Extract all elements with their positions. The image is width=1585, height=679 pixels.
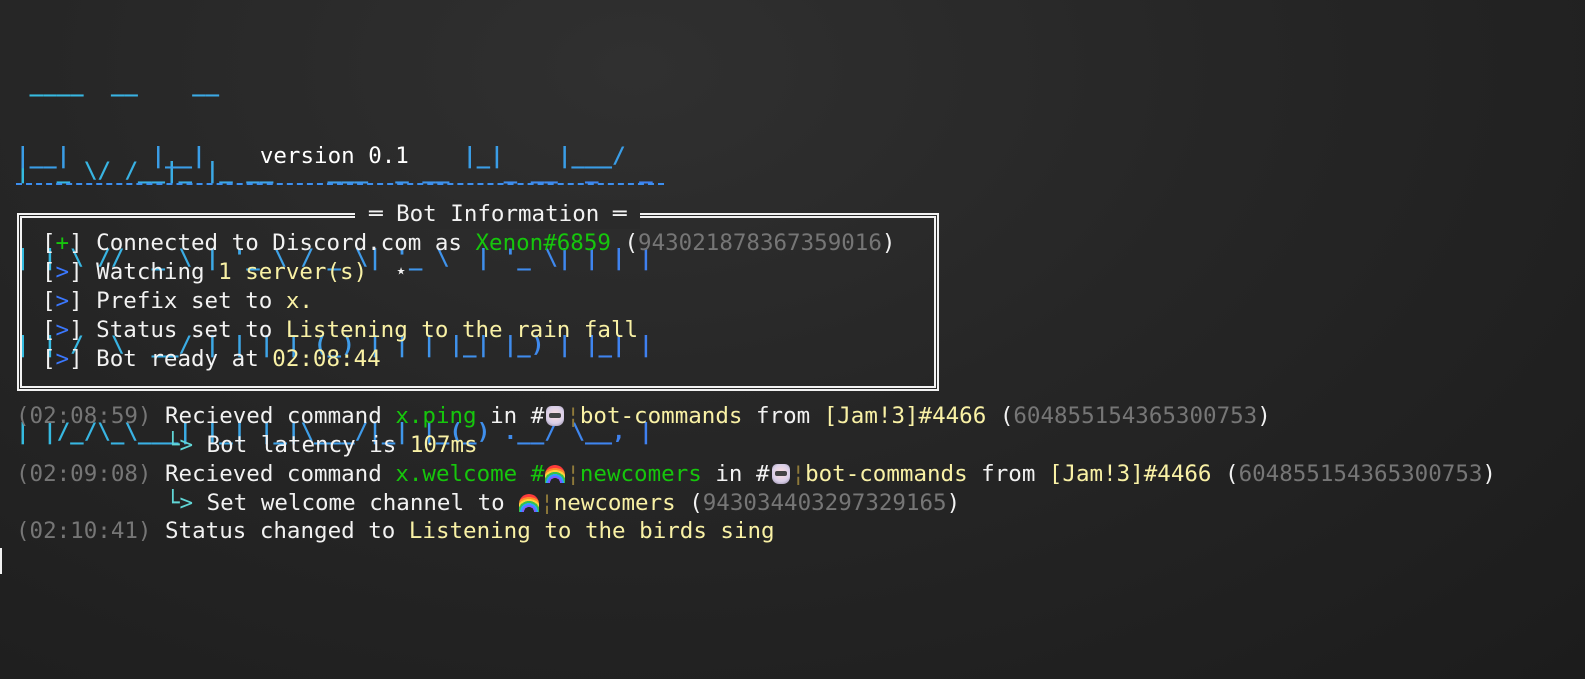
- channel-id: 943034403297329165: [702, 490, 947, 516]
- banner-base-left: |__|: [16, 143, 71, 169]
- log-timestamp: (02:09:08): [16, 461, 152, 487]
- latency-value: 107ms: [409, 432, 478, 458]
- star-icon: ⋆: [367, 259, 408, 285]
- banner-divider: [16, 183, 664, 185]
- prefix-value: x.: [285, 288, 313, 314]
- command-name: x.welcome #: [395, 461, 545, 487]
- author-id: 604855154365300753: [1238, 461, 1483, 487]
- robot-icon: [546, 406, 565, 426]
- banner-base-mid: |__|: [151, 143, 206, 169]
- robot-icon: [771, 464, 790, 484]
- log-subentry: └> Bot latency is 107ms: [166, 431, 478, 460]
- info-text: Connected to Discord.com as: [82, 230, 476, 256]
- paren: ): [881, 230, 896, 256]
- terminal-window[interactable]: ____ __ __ | _ \/ /__|_ |_ __ ___ _ __ _…: [0, 0, 1585, 679]
- info-text: Watching: [82, 259, 219, 285]
- info-row-prefix: [>] Prefix set to x.: [42, 288, 313, 314]
- bot-information-title: ═ Bot Information ═: [355, 200, 641, 229]
- command-argument: newcomers: [579, 461, 702, 487]
- author-name: [Jam!3]#4466: [1048, 461, 1212, 487]
- log-timestamp: (02:08:59): [16, 403, 152, 429]
- log-entry: (02:10:41) Status changed to Listening t…: [16, 517, 775, 546]
- channel-name: bot-commands: [805, 461, 968, 487]
- log-entry: (02:09:08) Recieved command x.welcome # ¦…: [16, 461, 1496, 487]
- banner-base-right-1: |_|: [463, 143, 504, 169]
- author-id: 604855154365300753: [1013, 403, 1258, 429]
- info-row-status: [>] Status set to Listening to the rain …: [42, 317, 639, 343]
- panel-title-text: Bot Information: [396, 201, 600, 227]
- log-text: Bot latency is: [193, 432, 410, 458]
- command-name: x.ping: [395, 403, 477, 429]
- rainbow-icon: [519, 494, 540, 512]
- info-text: Bot ready at: [82, 346, 273, 372]
- reply-arrow-icon: └>: [166, 432, 194, 458]
- log-text: from: [742, 403, 824, 429]
- log-text: Recieved command: [151, 461, 396, 487]
- paren: (: [610, 230, 639, 256]
- log-text: from: [967, 461, 1049, 487]
- log-timestamp: (02:10:41): [16, 518, 152, 544]
- bot-username: Xenon#6859: [475, 230, 611, 256]
- log-text: Status changed to: [151, 518, 409, 544]
- ready-time: 02:08:44: [272, 346, 381, 372]
- log-text: in #: [701, 461, 770, 487]
- banner-line: ____ __ __: [16, 71, 220, 97]
- paren: ): [1257, 403, 1271, 429]
- info-text: Status set to: [82, 317, 286, 343]
- banner-version-row: |__| |__| version 0.1 |_| |___/: [16, 142, 626, 171]
- log-text: Recieved command: [151, 403, 396, 429]
- paren: (: [675, 490, 703, 516]
- status-value: Listening to the rain fall: [285, 317, 639, 343]
- banner-base-right-2: |___/: [557, 143, 626, 169]
- log-text: Set welcome channel to: [193, 490, 519, 516]
- bot-id: 943021878367359016: [638, 230, 882, 256]
- info-text: Prefix set to: [82, 288, 286, 314]
- log-subentry: └> Set welcome channel to ¦newcomers (94…: [166, 490, 961, 516]
- text-cursor: [0, 548, 2, 574]
- version-label: version 0.1: [259, 143, 409, 169]
- paren: ): [1482, 461, 1496, 487]
- info-row-connected: [+] Connected to Discord.com as Xenon#68…: [42, 230, 896, 256]
- log-entry: (02:08:59) Recieved command x.ping in # ¦…: [16, 403, 1271, 429]
- paren: (: [1211, 461, 1239, 487]
- paren: ): [946, 490, 961, 516]
- channel-name: bot-commands: [579, 403, 743, 429]
- info-row-ready: [>] Bot ready at 02:08:44: [42, 346, 381, 372]
- status-value: Listening to the birds sing: [408, 518, 775, 544]
- log-text: in #: [476, 403, 545, 429]
- paren: (: [986, 403, 1014, 429]
- rainbow-icon: [545, 465, 566, 483]
- reply-arrow-icon: └>: [166, 490, 194, 516]
- server-count: 1 server(s): [218, 259, 368, 285]
- author-name: [Jam!3]#4466: [823, 403, 987, 429]
- info-row-watching: [>] Watching 1 server(s) ⋆: [42, 259, 408, 285]
- welcome-channel-name: newcomers: [553, 490, 676, 516]
